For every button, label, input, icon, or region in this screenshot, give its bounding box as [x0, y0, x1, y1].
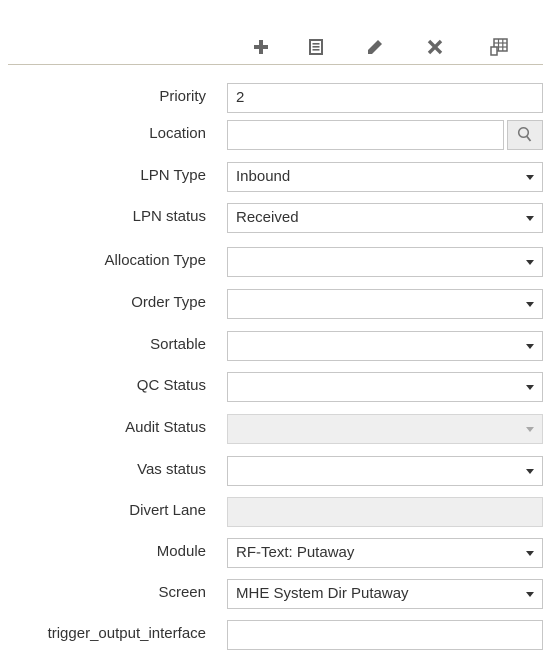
- module-select[interactable]: RF-Text: Putaway: [227, 538, 521, 568]
- location-input[interactable]: [227, 120, 504, 150]
- chevron-down-icon: [525, 343, 534, 349]
- chevron-down-icon: [525, 215, 534, 221]
- location-search-button[interactable]: [507, 120, 543, 150]
- lpn-type-select[interactable]: Inbound: [227, 162, 521, 192]
- more-actions-button[interactable]: [486, 34, 512, 60]
- order-type-row: Order Type: [0, 286, 543, 320]
- qc-status-dropdown-button[interactable]: [517, 372, 543, 402]
- sortable-label: Sortable: [150, 336, 206, 353]
- sortable-dropdown-button[interactable]: [517, 331, 543, 361]
- screen-dropdown-button[interactable]: [517, 579, 543, 609]
- chevron-down-icon: [525, 384, 534, 390]
- vas-status-row: Vas status: [0, 453, 543, 487]
- location-row: Location: [0, 117, 543, 151]
- trigger-output-interface-label: trigger_output_interface: [47, 625, 206, 642]
- list-icon: [309, 39, 323, 55]
- priority-row: Priority 2: [0, 80, 543, 114]
- qc-status-select[interactable]: [227, 372, 521, 402]
- chevron-down-icon: [525, 591, 534, 597]
- screen-row: Screen MHE System Dir Putaway: [0, 576, 543, 610]
- pencil-icon: [368, 40, 382, 54]
- lpn-type-label: LPN Type: [140, 167, 206, 184]
- location-label: Location: [149, 125, 206, 142]
- search-icon: [517, 126, 532, 142]
- audit-status-dropdown-button: [517, 414, 543, 444]
- lpn-status-row: LPN status Received: [0, 200, 543, 234]
- vas-status-label: Vas status: [137, 461, 206, 478]
- divert-lane-label: Divert Lane: [129, 502, 206, 519]
- chevron-down-icon: [525, 174, 534, 180]
- vas-status-select[interactable]: [227, 456, 521, 486]
- module-label: Module: [156, 543, 206, 560]
- priority-label: Priority: [159, 88, 206, 105]
- audit-status-select: [227, 414, 521, 444]
- details-button[interactable]: [303, 34, 329, 60]
- chevron-down-icon: [525, 550, 534, 556]
- chevron-down-icon: [525, 468, 534, 474]
- sortable-row: Sortable: [0, 328, 543, 362]
- module-row: Module RF-Text: Putaway: [0, 535, 543, 569]
- allocation-type-dropdown-button[interactable]: [517, 247, 543, 277]
- allocation-type-select[interactable]: [227, 247, 521, 277]
- vas-status-dropdown-button[interactable]: [517, 456, 543, 486]
- allocation-type-label: Allocation Type: [104, 252, 206, 269]
- lpn-status-dropdown-button[interactable]: [517, 203, 543, 233]
- order-type-dropdown-button[interactable]: [517, 289, 543, 319]
- toolbar: [0, 0, 543, 64]
- lpn-status-select[interactable]: Received: [227, 203, 521, 233]
- trigger-output-interface-row: trigger_output_interface: [0, 617, 543, 651]
- lpn-type-dropdown-button[interactable]: [517, 162, 543, 192]
- lpn-status-label: LPN status: [132, 208, 206, 225]
- add-button[interactable]: [248, 34, 274, 60]
- module-dropdown-button[interactable]: [517, 538, 543, 568]
- delete-button[interactable]: [422, 34, 448, 60]
- trigger-output-interface-input[interactable]: [227, 620, 543, 650]
- chevron-down-icon: [525, 426, 534, 432]
- edit-button[interactable]: [362, 34, 388, 60]
- order-type-label: Order Type: [131, 294, 206, 311]
- screen-label: Screen: [158, 584, 206, 601]
- x-icon: [427, 39, 443, 55]
- screen-select[interactable]: MHE System Dir Putaway: [227, 579, 521, 609]
- lpn-type-row: LPN Type Inbound: [0, 159, 543, 193]
- divert-lane-input: [227, 497, 543, 527]
- sortable-select[interactable]: [227, 331, 521, 361]
- audit-status-row: Audit Status: [0, 411, 543, 445]
- audit-status-label: Audit Status: [125, 419, 206, 436]
- chevron-down-icon: [525, 301, 534, 307]
- priority-input[interactable]: 2: [227, 83, 543, 113]
- allocation-type-row: Allocation Type: [0, 244, 543, 278]
- grid-table-icon: [490, 38, 508, 56]
- qc-status-label: QC Status: [136, 377, 206, 394]
- toolbar-divider: [8, 64, 543, 65]
- order-type-select[interactable]: [227, 289, 521, 319]
- divert-lane-row: Divert Lane: [0, 494, 543, 528]
- plus-icon: [254, 40, 268, 54]
- chevron-down-icon: [525, 259, 534, 265]
- qc-status-row: QC Status: [0, 369, 543, 403]
